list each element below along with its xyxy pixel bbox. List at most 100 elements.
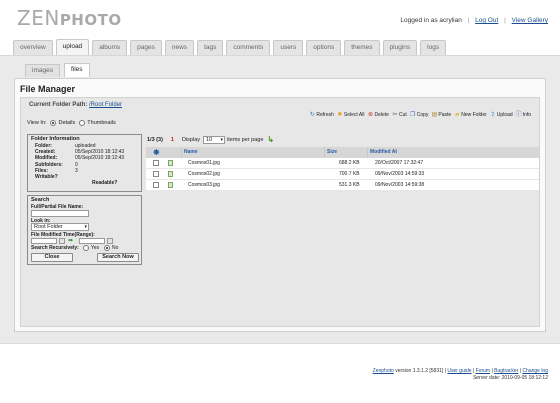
- thumbnails-label: Thumbnails: [87, 120, 116, 126]
- file-icon: [168, 159, 173, 166]
- page-count: 1/3 (3): [147, 136, 163, 143]
- size-column-header[interactable]: Size: [327, 147, 337, 158]
- view-gallery-link[interactable]: View Gallery: [512, 17, 548, 24]
- refresh-icon: ↻: [309, 112, 315, 118]
- upload-icon: ⇪: [490, 112, 496, 118]
- refresh-button[interactable]: ↻ Refresh: [309, 112, 334, 118]
- tab-overview[interactable]: overview: [13, 40, 53, 55]
- table-row[interactable]: Cosmos01.jpg 688.2 KB 20/Oct/2007 17:32:…: [146, 158, 539, 169]
- subtab-images[interactable]: images: [25, 64, 60, 77]
- no-label: No: [111, 245, 119, 251]
- copy-button[interactable]: ❐ Copy: [410, 112, 428, 118]
- details-radio[interactable]: [50, 120, 57, 126]
- thumbnails-radio[interactable]: [79, 120, 86, 126]
- checkbox[interactable]: [153, 159, 159, 166]
- delete-button[interactable]: ⊗ Delete: [368, 112, 389, 118]
- file-modified: 20/Oct/2007 17:32:47: [375, 160, 424, 166]
- paste-label: Paste: [438, 112, 452, 118]
- recursive-no-radio[interactable]: [103, 245, 110, 251]
- paste-button[interactable]: ▤ Paste: [431, 112, 452, 118]
- separator: |: [504, 17, 506, 24]
- forum-link[interactable]: Forum: [476, 368, 490, 374]
- row-checkbox[interactable]: [153, 158, 159, 169]
- tab-news[interactable]: news: [164, 40, 195, 55]
- current-folder-link[interactable]: /Root Folder: [89, 102, 122, 108]
- change-log-link[interactable]: Change log: [522, 368, 548, 374]
- search-now-button[interactable]: Search Now: [97, 253, 139, 262]
- close-button[interactable]: Close: [31, 253, 73, 262]
- yes-label: Yes: [90, 245, 99, 251]
- upload-subtabs: images files: [25, 63, 94, 77]
- row-checkbox[interactable]: [153, 180, 159, 191]
- file-name[interactable]: Cosmos01.jpg: [188, 158, 220, 169]
- select-all-button[interactable]: ✸ Select All: [337, 112, 364, 118]
- zenphoto-link[interactable]: Zenphoto: [373, 368, 394, 374]
- column-divider: [367, 147, 368, 158]
- table-row[interactable]: Cosmos03.jpg 531.3 KB 09/Nov/2003 14:59:…: [146, 180, 539, 191]
- subtab-files[interactable]: files: [63, 63, 90, 77]
- tab-upload[interactable]: upload: [55, 39, 90, 56]
- bugtracker-link[interactable]: Bugtracker: [494, 368, 518, 374]
- tab-options[interactable]: options: [306, 40, 342, 55]
- date-from-input[interactable]: [31, 238, 57, 244]
- file-name-input[interactable]: [31, 210, 89, 217]
- page-link[interactable]: 1: [171, 137, 174, 143]
- date-to-input[interactable]: [79, 238, 105, 244]
- chevron-down-icon: ▾: [220, 136, 224, 143]
- file-table: ✸ Name Size Modified At Cosmos01.jpg 688…: [146, 147, 539, 191]
- paste-icon: ▤: [431, 112, 438, 118]
- server-date: Server date: 2010-09-05 18:12:12: [472, 375, 548, 381]
- view-in-options: View In: Details Thumbnails: [27, 120, 116, 126]
- tab-users[interactable]: users: [273, 40, 304, 55]
- look-in-value: Root Folder: [34, 224, 63, 230]
- calendar-icon[interactable]: [107, 238, 113, 244]
- modified-column-header[interactable]: Modified At: [370, 147, 397, 158]
- tab-tags[interactable]: tags: [197, 40, 224, 55]
- file-toolbar: ↻ Refresh ✸ Select All ⊗ Delete ✂ Cut ❐ Copy …: [306, 112, 531, 118]
- tab-plugins[interactable]: plugins: [382, 40, 418, 55]
- info-button[interactable]: ⓘ Info: [516, 112, 531, 118]
- search-recursively: Search Recursively: Yes No: [31, 245, 119, 251]
- go-arrow-icon[interactable]: ↳: [267, 135, 274, 144]
- new-folder-icon: ▰: [454, 112, 460, 118]
- name-column-header[interactable]: Name: [184, 147, 198, 158]
- cut-button[interactable]: ✂ Cut: [392, 112, 406, 118]
- zenphoto-logo[interactable]: ZENPHOTO: [17, 6, 122, 30]
- table-row[interactable]: Cosmos02.jpg 700.7 KB 09/Nov/2003 14:59:…: [146, 169, 539, 180]
- tab-pages[interactable]: pages: [130, 40, 162, 55]
- items-per-page-select[interactable]: 10 ▾: [203, 135, 226, 144]
- logout-link[interactable]: Log Out: [475, 17, 498, 24]
- recursive-yes-radio[interactable]: [82, 245, 89, 251]
- checkbox[interactable]: [153, 170, 159, 177]
- file-name[interactable]: Cosmos03.jpg: [188, 180, 220, 191]
- tab-comments[interactable]: comments: [226, 40, 271, 55]
- select-all-icon[interactable]: ✸: [153, 147, 160, 158]
- file-icon: [168, 181, 173, 188]
- view-in-label: View In:: [27, 120, 47, 126]
- file-name[interactable]: Cosmos02.jpg: [188, 169, 220, 180]
- tab-themes[interactable]: themes: [344, 40, 380, 55]
- items-per-page-label: items per page: [227, 136, 264, 143]
- folder-info-table: Folder: uploaded Created: 05/Sep/2010 18:1…: [35, 143, 124, 180]
- info-value: 05/Sep/2010 18:12:43: [75, 149, 125, 156]
- file-icon: [168, 170, 173, 177]
- user-guide-link[interactable]: User guide: [447, 368, 471, 374]
- calendar-icon[interactable]: [59, 238, 65, 244]
- upload-button[interactable]: ⇪ Upload: [490, 112, 513, 118]
- tab-logs[interactable]: logs: [420, 40, 447, 55]
- display-label: Display: [181, 136, 201, 143]
- folder-information: Folder Information Folder: uploaded Creat…: [27, 134, 142, 192]
- version-text: version 1.3.1.2 [5831]: [395, 368, 444, 374]
- row-checkbox[interactable]: [153, 169, 159, 180]
- tab-albums[interactable]: albums: [92, 40, 128, 55]
- look-in-select[interactable]: Root Folder ▾: [31, 223, 89, 231]
- image-file-icon: [168, 180, 173, 191]
- info-value: 05/Sep/2010 18:12:43: [75, 155, 125, 162]
- checkbox[interactable]: [153, 181, 159, 188]
- refresh-label: Refresh: [316, 112, 334, 118]
- file-manager-box: Current Folder Path: /Root Folder ↻ Refre…: [20, 97, 540, 327]
- new-folder-button[interactable]: ▰ New Folder: [454, 112, 487, 118]
- info-key: Writable?: [35, 174, 58, 181]
- select-all-icon: ✸: [337, 112, 343, 118]
- upload-label: Upload: [496, 112, 513, 118]
